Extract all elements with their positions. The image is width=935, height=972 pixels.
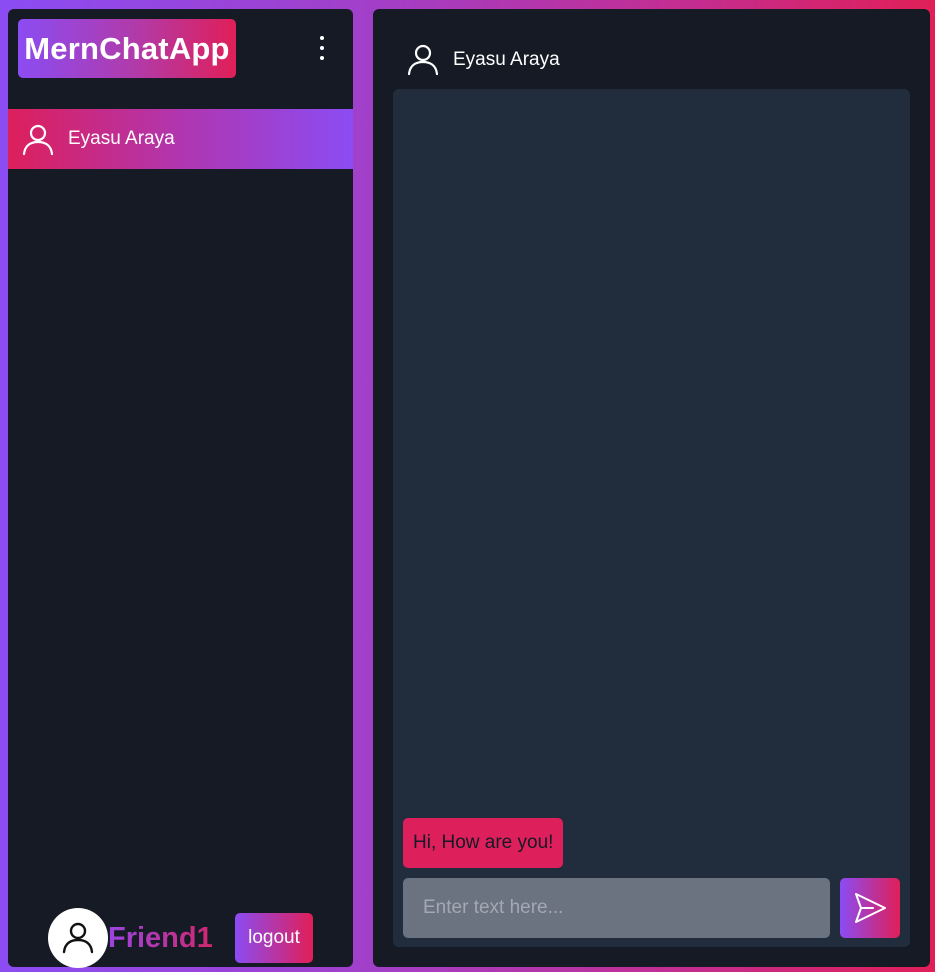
app-title: MernChatApp	[18, 19, 236, 78]
current-username: Friend1	[108, 915, 213, 961]
send-icon	[855, 893, 886, 923]
chat-panel: Eyasu Araya Hi, How are you!	[373, 9, 930, 967]
chat-partner-name: Eyasu Araya	[453, 49, 560, 70]
logout-button[interactable]: logout	[235, 913, 313, 963]
chat-header: Eyasu Araya	[403, 39, 803, 79]
contact-name: Eyasu Araya	[68, 128, 175, 149]
message-input[interactable]	[403, 878, 830, 938]
avatar	[48, 908, 108, 968]
user-icon	[407, 44, 439, 76]
kebab-menu-icon[interactable]	[308, 33, 336, 63]
user-icon	[22, 124, 54, 156]
user-icon	[62, 922, 94, 954]
contact-item-eyasu-araya[interactable]: Eyasu Araya	[8, 109, 353, 169]
message-bubble: Hi, How are you!	[403, 818, 564, 868]
message-list[interactable]: Hi, How are you!	[393, 89, 910, 947]
sidebar: MernChatApp Eyasu Araya Friend1 logout	[8, 9, 353, 968]
send-button[interactable]	[840, 878, 900, 938]
